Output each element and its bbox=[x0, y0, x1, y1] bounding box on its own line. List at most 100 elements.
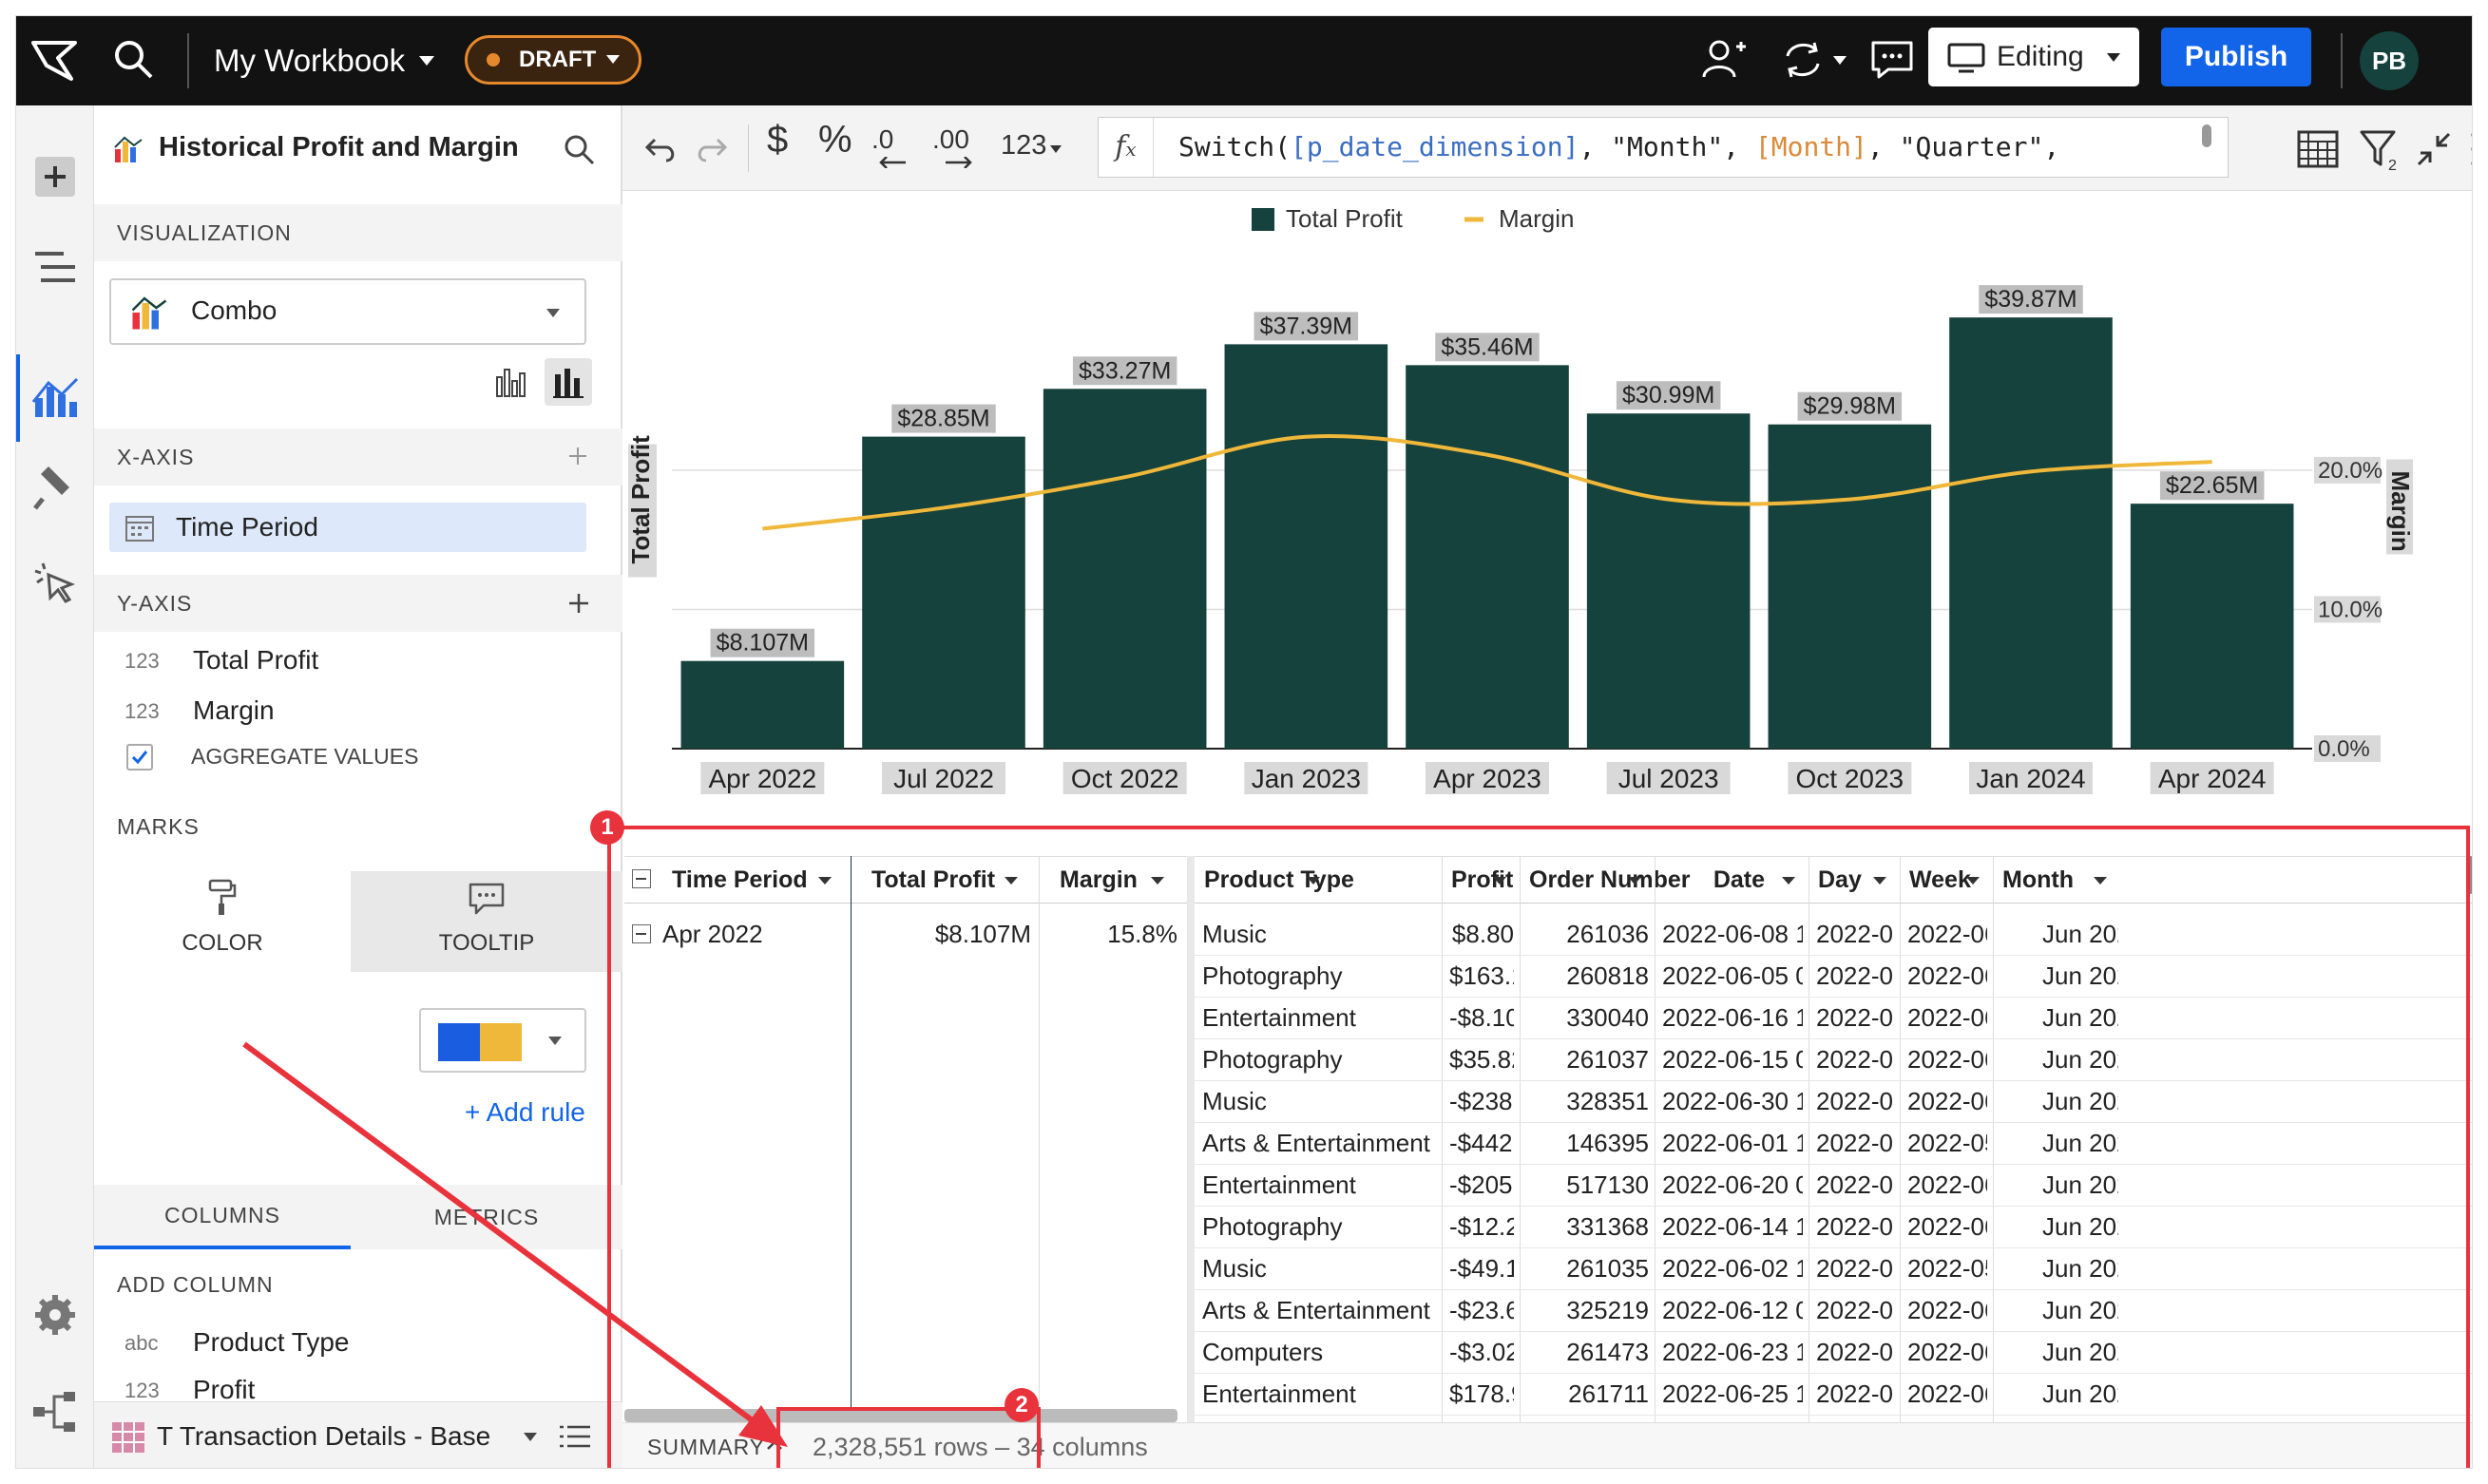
tooltip-tab-label: TOOLTIP bbox=[438, 930, 535, 956]
bar-total-profit bbox=[1768, 424, 1932, 749]
combo-chart-icon bbox=[114, 136, 143, 162]
calendar-icon bbox=[125, 516, 154, 542]
increase-decimal-button[interactable]: .00 bbox=[932, 124, 969, 155]
column-product-type[interactable]: Product Type bbox=[193, 1327, 349, 1358]
metrics-tab[interactable]: METRICS bbox=[351, 1185, 622, 1249]
bar-total-profit bbox=[862, 436, 1025, 749]
format-paint-icon[interactable] bbox=[33, 466, 77, 510]
actions-cursor-icon[interactable] bbox=[33, 560, 79, 605]
data-label: $37.39M bbox=[1260, 313, 1352, 339]
sigma-logo-icon[interactable] bbox=[29, 37, 79, 85]
data-label: $33.27M bbox=[1079, 357, 1171, 384]
viz-type-label: Combo bbox=[191, 295, 278, 325]
chevron-down-icon[interactable] bbox=[1050, 145, 1062, 153]
currency-format-icon[interactable]: $ bbox=[767, 119, 788, 162]
undo-icon[interactable] bbox=[645, 134, 678, 162]
avatar[interactable]: PB bbox=[2360, 31, 2419, 90]
chevron-down-icon bbox=[524, 1433, 537, 1441]
paint-roller-icon bbox=[208, 879, 237, 915]
columns-tab[interactable]: COLUMNS bbox=[94, 1185, 351, 1249]
percent-format-icon[interactable]: % bbox=[818, 119, 852, 162]
publish-button[interactable]: Publish bbox=[2161, 28, 2311, 86]
workbook-title[interactable]: My Workbook bbox=[214, 16, 405, 105]
legend-swatch-total-profit bbox=[1252, 208, 1274, 231]
x-axis-field-pill[interactable]: Time Period bbox=[109, 503, 586, 552]
chevron-down-icon[interactable] bbox=[1833, 56, 1847, 65]
add-column-label[interactable]: ADD COLUMN bbox=[117, 1272, 274, 1298]
more-options-icon[interactable] bbox=[2470, 130, 2473, 168]
formula-token: [Month] bbox=[1754, 131, 1867, 162]
search-icon[interactable] bbox=[111, 37, 155, 81]
y-field-margin[interactable]: Margin bbox=[193, 695, 275, 726]
settings-gear-icon[interactable] bbox=[33, 1293, 77, 1337]
annotation-badge-2: 2 bbox=[1005, 1388, 1039, 1422]
x-axis-section-header: X-AXIS bbox=[94, 428, 622, 485]
stacked-bar-toggle[interactable] bbox=[545, 358, 592, 406]
annotation-badge-1: 1 bbox=[590, 810, 624, 845]
data-label: $29.98M bbox=[1804, 393, 1896, 420]
x-tick-label: Jul 2023 bbox=[1618, 764, 1719, 793]
bar-total-profit bbox=[680, 660, 845, 749]
formula-text: Switch([p_date_dimension], "Month", [Mon… bbox=[1178, 118, 2059, 177]
editing-mode-button[interactable]: Editing bbox=[1928, 28, 2139, 86]
data-label: $22.65M bbox=[2166, 472, 2258, 499]
outline-icon[interactable] bbox=[35, 248, 75, 286]
x-axis-field-label: Time Period bbox=[176, 512, 318, 542]
column-type: abc bbox=[124, 1331, 159, 1355]
filter-icon[interactable]: 2 bbox=[2360, 128, 2400, 172]
top-bar: My Workbook DRAFT Editing Publish PB bbox=[16, 16, 2472, 105]
list-icon[interactable] bbox=[560, 1423, 590, 1450]
function-icon: fx bbox=[1099, 118, 1154, 177]
bar-total-profit bbox=[2130, 504, 2294, 749]
sync-icon[interactable] bbox=[1780, 37, 1826, 83]
formula-toolbar: $ % .0 .00 123 fx Switch([p_date_dimensi… bbox=[622, 105, 2473, 191]
combo-chart[interactable]: 0.0% 10.0% 20.0% Total Profit Margin $8.107M A… bbox=[622, 191, 2472, 837]
add-user-icon[interactable] bbox=[1700, 35, 1748, 83]
formula-bar[interactable]: fx Switch([p_date_dimension], "Month", [… bbox=[1098, 117, 2229, 178]
x-tick-label: Jan 2023 bbox=[1252, 764, 1361, 793]
formula-token: , "Month", bbox=[1579, 131, 1755, 162]
y-axis-header-label: Y-AXIS bbox=[117, 591, 193, 616]
data-source-bar[interactable]: T Transaction Details - Base bbox=[94, 1401, 622, 1468]
bar-total-profit bbox=[1406, 365, 1569, 749]
marks-tab-tooltip[interactable]: TOOLTIP bbox=[351, 871, 622, 972]
aggregate-checkbox[interactable] bbox=[126, 744, 153, 771]
bar-total-profit bbox=[1586, 413, 1751, 749]
comment-icon[interactable] bbox=[1869, 39, 1915, 81]
chevron-down-icon[interactable] bbox=[419, 56, 434, 66]
color-palette-select[interactable] bbox=[419, 1008, 586, 1073]
column-type: 123 bbox=[124, 1379, 160, 1402]
annotation-box-2 bbox=[776, 1407, 1041, 1468]
add-x-axis-plus-icon[interactable] bbox=[567, 446, 588, 466]
data-label: $30.99M bbox=[1622, 382, 1714, 409]
element-title[interactable]: Historical Profit and Margin bbox=[159, 132, 519, 163]
y-axis-title: Total Profit bbox=[626, 435, 655, 564]
bar-total-profit bbox=[1043, 389, 1207, 749]
draft-status-badge[interactable]: DRAFT bbox=[465, 35, 641, 85]
y2-tick-label: 10.0% bbox=[2318, 597, 2383, 622]
add-rule-link[interactable]: + Add rule bbox=[465, 1097, 585, 1128]
collapse-icon[interactable] bbox=[2415, 130, 2453, 168]
bar-total-profit bbox=[1949, 317, 2113, 749]
y-field-total-profit[interactable]: Total Profit bbox=[193, 645, 318, 675]
data-lineage-icon[interactable] bbox=[31, 1390, 79, 1434]
active-indicator bbox=[16, 354, 20, 442]
redo-icon[interactable] bbox=[695, 134, 727, 162]
x-tick-label: Apr 2023 bbox=[1433, 764, 1541, 793]
chart-svg: 0.0% 10.0% 20.0% Total Profit Margin $8.107M A… bbox=[626, 204, 2415, 794]
search-icon[interactable] bbox=[562, 132, 596, 166]
formula-token: Switch( bbox=[1178, 131, 1292, 162]
table-view-icon[interactable] bbox=[2297, 130, 2339, 168]
chart-config-icon[interactable] bbox=[31, 373, 79, 421]
decrease-decimal-button[interactable]: .0 bbox=[871, 124, 893, 155]
number-format-select[interactable]: 123 bbox=[1001, 130, 1046, 162]
table-icon bbox=[112, 1422, 144, 1453]
add-y-axis-plus-icon[interactable] bbox=[567, 592, 590, 615]
aggregate-label: AGGREGATE VALUES bbox=[191, 744, 419, 769]
marks-tab-color[interactable]: COLOR bbox=[94, 871, 351, 972]
bar-chart-icon[interactable] bbox=[493, 364, 527, 398]
viz-type-select[interactable]: Combo bbox=[109, 278, 586, 345]
add-element-button[interactable] bbox=[35, 157, 75, 197]
chevron-down-icon bbox=[546, 309, 560, 317]
formula-scrollbar[interactable] bbox=[2200, 121, 2213, 174]
